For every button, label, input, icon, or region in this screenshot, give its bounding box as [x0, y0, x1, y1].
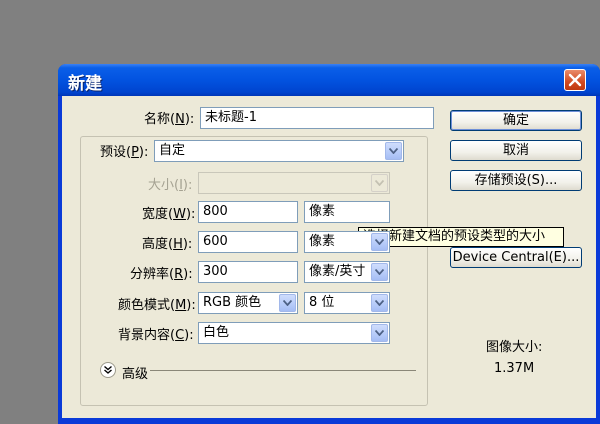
dialog-title: 新建 — [68, 74, 102, 94]
width-unit-select[interactable]: 像素 — [304, 201, 390, 223]
image-size-value: 1.37M — [494, 361, 535, 376]
resolution-input[interactable]: 300 — [198, 261, 298, 283]
advanced-toggle[interactable] — [100, 362, 116, 378]
resolution-unit-select[interactable]: 像素/英寸 — [304, 261, 390, 283]
chevron-down-icon — [279, 294, 296, 312]
chevron-down-icon — [371, 324, 388, 342]
chevron-down-icon — [371, 233, 388, 251]
height-input[interactable]: 600 — [198, 231, 298, 253]
width-label: 宽度(W): — [142, 207, 196, 222]
new-document-dialog: 新建 名称(N): 未标题-1 预设(P): 自定 大小(I): 宽度(W): … — [58, 64, 600, 424]
background-label: 背景内容(C): — [118, 328, 194, 343]
chevron-down-icon — [385, 142, 402, 160]
chevron-down-icon — [371, 174, 388, 192]
color-mode-select[interactable]: RGB 颜色 — [198, 292, 298, 314]
ok-button[interactable]: 确定 — [450, 110, 582, 131]
close-button[interactable] — [564, 69, 586, 91]
name-input[interactable]: 未标题-1 — [200, 107, 434, 129]
save-preset-button[interactable]: 存储预设(S)... — [450, 170, 582, 191]
double-chevron-down-icon — [104, 365, 112, 374]
device-central-button[interactable]: Device Central(E)... — [450, 247, 582, 268]
cancel-button[interactable]: 取消 — [450, 140, 582, 161]
resolution-label: 分辨率(R): — [130, 267, 193, 282]
advanced-divider — [150, 370, 416, 371]
advanced-label: 高级 — [122, 367, 149, 382]
image-size-label: 图像大小: — [486, 340, 543, 355]
background-select[interactable]: 白色 — [198, 322, 390, 344]
dialog-body: 名称(N): 未标题-1 预设(P): 自定 大小(I): 宽度(W): 800… — [62, 96, 596, 418]
color-mode-label: 颜色模式(M): — [118, 298, 196, 313]
height-unit-select[interactable]: 像素 — [304, 231, 390, 253]
preset-select[interactable]: 自定 — [154, 140, 404, 162]
close-icon — [568, 73, 582, 87]
chevron-down-icon — [371, 263, 388, 281]
width-input[interactable]: 800 — [198, 201, 298, 223]
size-label: 大小(I): — [148, 178, 193, 193]
title-bar[interactable]: 新建 — [58, 64, 600, 96]
preset-label: 预设(P): — [98, 141, 151, 160]
name-label: 名称(N): — [144, 112, 195, 127]
chevron-down-icon — [371, 294, 388, 312]
size-select — [198, 172, 390, 194]
preset-value: 自定 — [159, 143, 186, 158]
bit-depth-select[interactable]: 8 位 — [304, 292, 390, 314]
height-label: 高度(H): — [142, 237, 193, 252]
